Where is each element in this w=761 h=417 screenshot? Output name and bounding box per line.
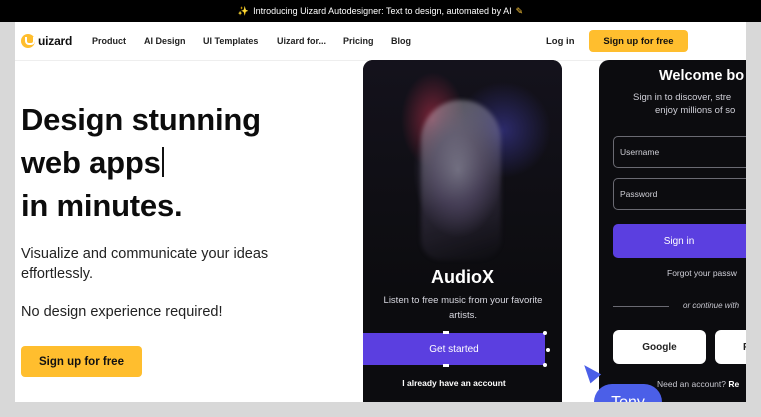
signin-button[interactable]: Sign in [613,224,746,258]
app-name: AudioX [431,267,494,287]
selection-handle[interactable] [443,364,449,367]
nav-item-ui-templates[interactable]: UI Templates [203,36,258,46]
landing-page: uizard Product AI Design UI Templates Ui… [15,22,746,402]
signin-description-line-1: Sign in to discover, stre [633,92,732,103]
or-divider [613,306,669,307]
nav-item-blog[interactable]: Blog [391,36,411,46]
nav-item-pricing[interactable]: Pricing [343,36,374,46]
hero-title-line-2: web apps [21,141,261,184]
pencil-icon: ✎ [515,5,524,16]
typing-caret [161,147,164,177]
nav-item-uizard-for[interactable]: Uizard for... [277,36,326,46]
get-started-button[interactable]: Get started [363,333,545,365]
nav-signup-button[interactable]: Sign up for free [589,30,688,52]
welcome-title: Welcome bo [659,68,745,84]
announcement-banner[interactable]: ✨ Introducing Uizard Autodesigner: Text … [0,0,761,22]
collaborator-cursor-label: Tony [594,384,662,402]
selection-edge-handle[interactable] [546,348,550,352]
or-continue-text: or continue with [683,301,740,310]
other-social-button[interactable]: F [715,330,746,364]
selection-corner[interactable] [543,363,547,367]
google-button[interactable]: Google [613,330,706,364]
hero-title-line-1: Design stunning [21,102,261,137]
banner-text[interactable]: Introducing Uizard Autodesigner: Text to… [253,6,512,16]
uizard-logo[interactable]: uizard [21,34,72,48]
have-account-link[interactable]: I already have an account [363,378,545,388]
need-account-label: Need an account? [657,379,726,389]
signin-description-line-2: enjoy millions of so [655,105,736,116]
dancer-image [363,60,562,290]
hero-title-line-2-text: web apps [21,145,161,180]
hero-subtitle: Visualize and communicate your ideas eff… [21,246,269,282]
logo-text: uizard [38,34,73,48]
signin-phone-mockup: Welcome bo Sign in to discover, stre enj… [599,60,746,402]
nav-item-ai-design[interactable]: AI Design [144,36,186,46]
signin-description: Sign in to discover, stre enjoy millions… [633,91,746,117]
forgot-password-link[interactable]: Forgot your passw [667,268,737,278]
register-link[interactable]: Re [728,379,739,389]
hero-signup-button[interactable]: Sign up for free [21,346,142,377]
password-field[interactable]: Password [613,178,746,210]
audiox-phone-mockup: AudioX Listen to free music from your fa… [363,60,562,402]
app-description: Listen to free music from your favorite … [383,295,543,321]
selection-handle[interactable] [443,331,449,334]
username-field[interactable]: Username [613,136,746,168]
login-link[interactable]: Log in [546,36,575,47]
hero-title-line-3: in minutes. [21,188,183,223]
need-account-text: Need an account? Re [657,379,739,389]
top-nav: uizard Product AI Design UI Templates Ui… [15,22,746,60]
no-experience-text: No design experience required! [21,304,223,320]
selection-corner[interactable] [543,331,547,335]
collaborator-cursor-icon [578,360,602,384]
uizard-logo-icon [21,34,35,48]
sparkles-icon: ✨ [237,5,250,16]
nav-item-product[interactable]: Product [92,36,126,46]
hero-title: Design stunning web apps in minutes. [21,98,261,227]
dancer-figure [421,100,501,260]
